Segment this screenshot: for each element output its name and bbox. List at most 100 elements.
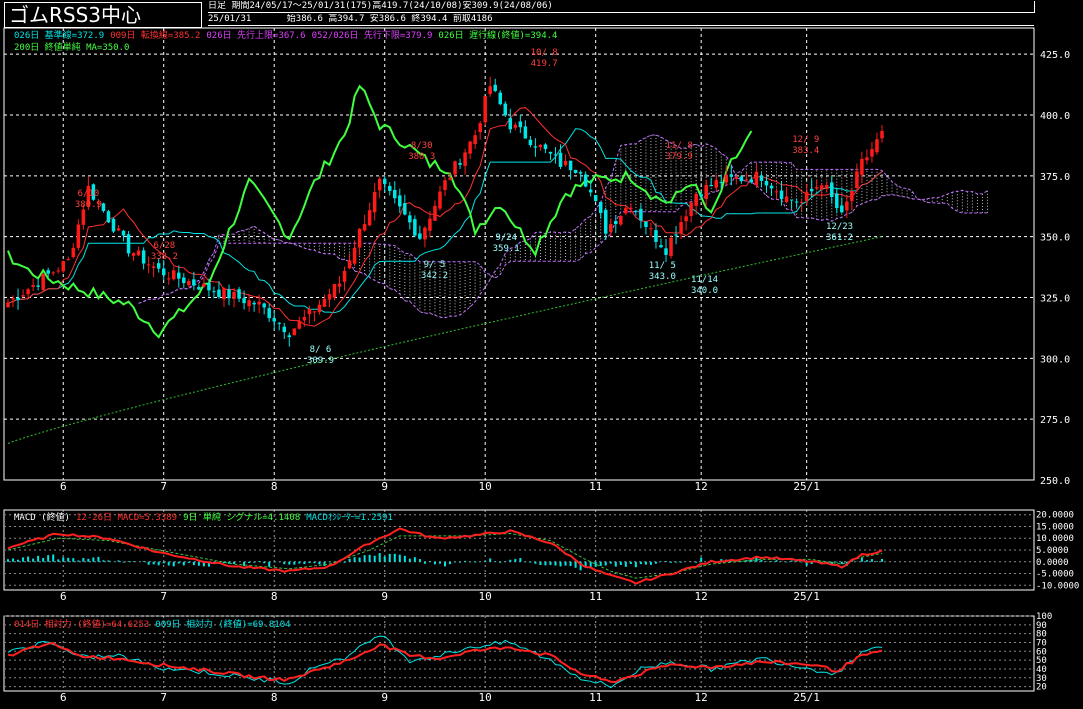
candle-body — [141, 250, 146, 264]
candle-body — [789, 199, 794, 201]
macd-histogram-bar — [644, 561, 647, 565]
candle-body — [538, 144, 543, 148]
x-tick-label: 12 — [695, 480, 708, 493]
candle-body — [41, 273, 45, 290]
candle-body — [408, 215, 412, 223]
macd-histogram-bar — [62, 557, 65, 562]
candle-body — [845, 201, 849, 211]
macd-histogram-bar — [192, 561, 195, 566]
candle-body — [252, 302, 256, 305]
main-legend-row-1-item: 026日 基準線=372.9 — [14, 29, 104, 41]
macd-histogram-bar — [529, 561, 532, 563]
macd-histogram-bar — [288, 561, 291, 565]
candle-body — [393, 189, 397, 199]
candle-body — [654, 230, 658, 242]
macd-histogram-bar — [469, 561, 472, 563]
macd-histogram-bar — [358, 557, 361, 562]
candle-body — [433, 205, 437, 221]
candle-body — [287, 335, 292, 338]
macd-histogram-bar — [147, 561, 150, 565]
candle-body — [51, 272, 55, 274]
candle-body — [151, 266, 156, 268]
macd-histogram-bar — [177, 561, 180, 564]
macd-histogram-bar — [680, 561, 683, 563]
candle-body — [101, 203, 106, 211]
macd-histogram-bar — [438, 561, 441, 564]
candle-body — [553, 154, 558, 156]
candle-body — [729, 174, 734, 177]
candle-body — [468, 141, 472, 154]
candle-body — [192, 279, 196, 286]
candle-body — [548, 151, 553, 154]
candle-body — [347, 260, 352, 269]
main-legend-row-2: 200日 終値単純 MA=350.0 — [14, 41, 129, 53]
x-tick-label: 9 — [381, 480, 388, 493]
candle-body — [458, 162, 462, 165]
macd-histogram-bar — [57, 559, 60, 562]
macd-histogram-bar — [318, 561, 321, 565]
macd-histogram-bar — [599, 561, 602, 566]
annotation-value: 379.9 — [666, 152, 693, 162]
candle-body — [824, 184, 829, 189]
macd-histogram-bar — [418, 559, 421, 562]
main-legend-row-1: 026日 基準線=372.9 009日 転換線=385.2 026日 先行上限=36… — [14, 29, 557, 41]
candle-body — [403, 203, 407, 215]
candle-body — [36, 285, 40, 287]
macd-histogram-bar — [303, 561, 306, 565]
macd-histogram-bar — [695, 561, 698, 563]
candle-body — [769, 185, 774, 189]
annotation-value: 338.2 — [151, 252, 178, 262]
candle-body — [232, 292, 236, 299]
candle-body — [297, 320, 302, 329]
macd-histogram-bar — [775, 560, 778, 562]
chart-canvas: 6/10380.9 6/28338.2 8/ 6309.9 8/30380.3 9/ 5… — [3, 27, 1079, 704]
macd-y-tick-label: -10.0000 — [1036, 581, 1079, 591]
macd-histogram-bar — [554, 561, 557, 566]
macd-histogram-bar — [534, 561, 537, 564]
macd-histogram-bar — [594, 561, 597, 567]
candle-body — [272, 318, 276, 322]
candle-body — [634, 210, 638, 212]
macd-histogram-bar — [263, 561, 266, 564]
candle-body — [689, 202, 693, 216]
candle-body — [443, 180, 447, 190]
macd-histogram-bar — [42, 557, 45, 562]
macd-histogram-bar — [549, 561, 552, 565]
macd-histogram-bar — [629, 561, 632, 565]
macd-histogram-bar — [343, 561, 346, 563]
candle-body — [222, 288, 226, 300]
candle-body — [463, 152, 467, 166]
candle-body — [207, 282, 211, 291]
macd-histogram-bar — [92, 557, 95, 562]
macd-histogram-bar — [433, 561, 436, 565]
macd-histogram-bar — [670, 561, 673, 563]
x-tick-label: 8 — [271, 480, 278, 493]
candle-body — [438, 191, 442, 209]
macd-histogram-bar — [142, 560, 145, 562]
candle-body — [327, 294, 332, 300]
macd-histogram-bar — [107, 560, 110, 562]
macd-histogram-bar — [77, 560, 80, 562]
candle-body — [860, 158, 864, 175]
candle-body — [749, 179, 754, 183]
candle-body — [197, 286, 201, 290]
macd-histogram-bar — [614, 561, 617, 567]
macd-histogram-bar — [87, 558, 90, 562]
macd-histogram-bar — [393, 553, 396, 562]
macd-histogram-bar — [870, 559, 873, 562]
main-legend-row-1-item: 026日 遅行線(終値)=394.4 — [438, 29, 557, 41]
macd-x-tick-label: 10 — [479, 590, 492, 603]
candle-body — [830, 182, 834, 197]
macd-histogram-bar — [574, 561, 577, 568]
candle-body — [568, 160, 573, 171]
candle-body — [282, 326, 287, 333]
macd-histogram-bar — [504, 561, 507, 562]
x-tick-label: 11 — [589, 480, 602, 493]
candle-body — [563, 160, 568, 166]
candle-body — [337, 283, 342, 287]
candle-body — [659, 245, 663, 248]
annotation-value: 361.2 — [826, 233, 853, 243]
annotation-date: 9/ 5 — [424, 260, 446, 270]
macd-y-tick-label: 5.0000 — [1036, 546, 1069, 556]
main-y-tick-label: 325.0 — [1040, 294, 1070, 305]
